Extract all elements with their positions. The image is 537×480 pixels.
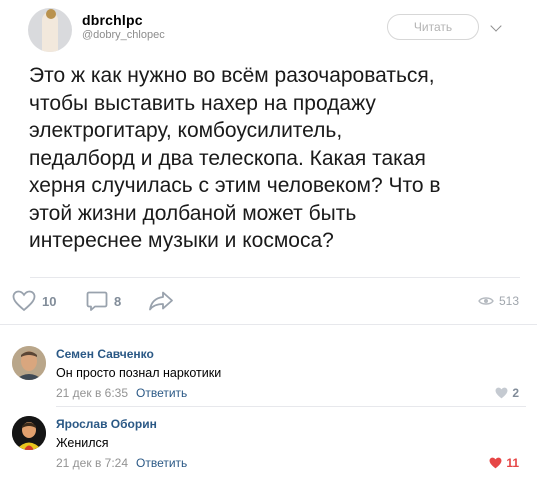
tweet-text-line: интереснее музыки и космоса? [29, 229, 334, 252]
comment-icon [86, 291, 108, 311]
share-button[interactable] [148, 290, 174, 312]
comment-like-button[interactable]: 11 [489, 456, 519, 470]
comment-item: Семен Савченко Он просто познал наркотик… [0, 342, 537, 410]
commenter-avatar-image [12, 346, 46, 380]
eye-icon [478, 297, 494, 305]
tweet-text-line: этой жизни долбаной может быть [29, 201, 357, 225]
commenter-name[interactable]: Ярослав Оборин [56, 417, 157, 431]
tweet-text-line: педалборд и два телескопа. Какая такая [29, 146, 426, 170]
commenter-avatar[interactable] [12, 416, 46, 450]
divider [56, 406, 526, 407]
tweet-text-line: Это ж как нужно во всём разочароваться, [29, 64, 435, 87]
avatar-figure-head [46, 9, 56, 19]
tweet-card: dbrchlpc @dobry_chlopec Читать Это ж как… [0, 0, 537, 278]
commenter-avatar[interactable] [12, 346, 46, 380]
reply-button[interactable]: Ответить [136, 456, 187, 470]
heart-icon [12, 290, 36, 312]
tweet-text-line: чтобы выставить нахер на продажу [29, 91, 376, 115]
comment-item: Ярослав Оборин Женился 21 дек в 7:24 Отве… [0, 412, 537, 480]
divider [0, 324, 537, 325]
comment-like-count: 2 [512, 386, 519, 400]
tweet-text-line: херня случилась с этим человеком? Что в [29, 174, 441, 197]
tweet-text: Это ж как нужно во всём разочароваться, … [29, 62, 529, 255]
reply-button[interactable]: Ответить [136, 386, 187, 400]
commenter-avatar-image [12, 416, 46, 450]
like-count: 10 [42, 293, 57, 309]
views-count: 513 [498, 294, 519, 308]
author-display-name[interactable]: dbrchlpc [82, 12, 143, 28]
follow-button[interactable]: Читать [387, 14, 479, 40]
comment-button[interactable]: 8 [86, 290, 121, 312]
comment-text: Он просто познал наркотики [56, 366, 222, 380]
like-button[interactable]: 10 [12, 290, 56, 312]
heart-filled-icon [489, 457, 502, 469]
comment-text: Женился [56, 436, 109, 450]
author-avatar[interactable] [28, 8, 72, 52]
views-counter: 513 [478, 294, 519, 308]
tweet-text-line: электрогитару, комбоусилитель, [29, 119, 343, 142]
share-icon [149, 291, 173, 311]
author-handle[interactable]: @dobry_chlopec [82, 29, 165, 41]
chevron-down-icon[interactable] [490, 20, 502, 32]
comment-count: 8 [114, 293, 122, 309]
comment-meta: 21 дек в 7:24 Ответить [56, 456, 187, 470]
comment-like-button[interactable]: 2 [495, 386, 519, 400]
comment-date[interactable]: 21 дек в 7:24 [56, 456, 128, 470]
commenter-name[interactable]: Семен Савченко [56, 347, 154, 361]
comment-like-count: 11 [506, 456, 519, 470]
post-actions-bar: 10 8 513 [0, 278, 537, 324]
comment-meta: 21 дек в 6:35 Ответить [56, 386, 187, 400]
comment-date[interactable]: 21 дек в 6:35 [56, 386, 128, 400]
heart-icon [495, 387, 508, 399]
